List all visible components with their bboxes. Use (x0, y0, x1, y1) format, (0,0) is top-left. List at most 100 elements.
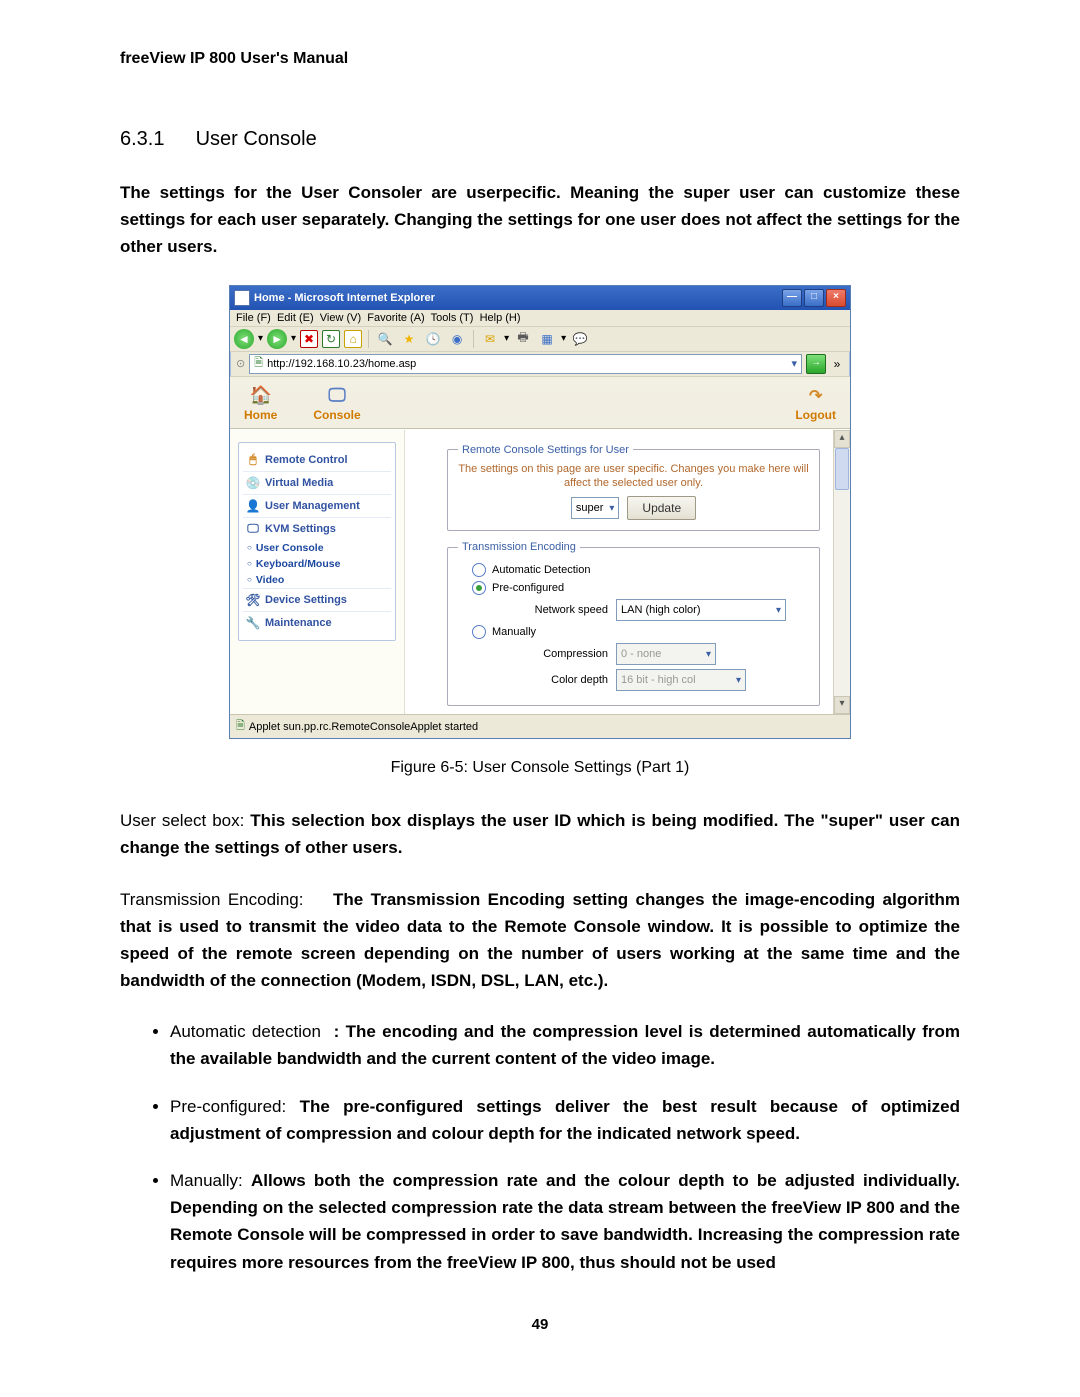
opt-automatic[interactable]: Automatic Detection (472, 563, 809, 577)
history-icon[interactable]: 🕓 (423, 329, 443, 349)
compression-label: Compression (518, 648, 608, 660)
menubar[interactable]: File (F) Edit (E) View (V) Favorite (A) … (230, 310, 850, 326)
chevron-down-icon: ▾ (776, 605, 781, 616)
vmedia-icon: 💿 (245, 475, 261, 491)
section-title: User Console (196, 128, 317, 150)
fs1-legend: Remote Console Settings for User (458, 444, 633, 456)
menu-virtual-media[interactable]: 💿Virtual Media (243, 472, 391, 495)
menu-kvm-settings[interactable]: 🖵KVM Settings (243, 518, 391, 540)
section-heading: 6.3.1 User Console (120, 128, 960, 151)
side-menu: 🖱Remote Control 💿Virtual Media 👤User Man… (238, 442, 396, 641)
status-text: Applet sun.pp.rc.RemoteConsoleApplet sta… (249, 721, 478, 733)
search-icon[interactable]: 🔍 (375, 329, 395, 349)
menu-file[interactable]: File (F) (236, 312, 271, 324)
update-button[interactable]: Update (627, 496, 696, 520)
toolbar: ◄▾ ►▾ ✖ ↻ ⌂ 🔍 ★ 🕓 ◉ ✉▾ 🖶 ▦▾ 💬 (230, 326, 850, 352)
color-depth-row: Color depth 16 bit - high col▾ (518, 669, 809, 691)
submenu-keyboard-mouse[interactable]: Keyboard/Mouse (243, 556, 391, 572)
print-icon[interactable]: 🖶 (513, 329, 533, 349)
links-chevron-icon[interactable]: » (830, 357, 844, 371)
network-speed-label: Network speed (518, 604, 608, 616)
chevron-down-icon: ▾ (706, 649, 711, 660)
logout-icon: ↷ (795, 386, 836, 406)
menu-tools[interactable]: Tools (T) (431, 312, 474, 324)
kvm-icon: 🖵 (245, 521, 261, 537)
app-body: 🏠 Home 🖵 Console ↷ Logout (230, 377, 850, 715)
screenshot-figure: Home - Microsoft Internet Explorer — □ ×… (120, 285, 960, 740)
section-number: 6.3.1 (120, 128, 190, 151)
media-icon[interactable]: ◉ (447, 329, 467, 349)
transmission-encoding-paragraph: Transmission Encoding: The Transmission … (120, 886, 960, 995)
topnav: 🏠 Home 🖵 Console (244, 385, 361, 422)
window-title: Home - Microsoft Internet Explorer (254, 292, 782, 304)
menu-device-settings[interactable]: 🛠Device Settings (243, 588, 391, 612)
page-number: 49 (120, 1316, 960, 1333)
titlebar: Home - Microsoft Internet Explorer — □ × (230, 286, 850, 310)
scroll-up-icon[interactable]: ▴ (834, 430, 850, 448)
radio-icon (472, 563, 486, 577)
discuss-icon[interactable]: 💬 (570, 329, 590, 349)
submenu-user-console[interactable]: User Console (243, 540, 391, 556)
network-speed-select[interactable]: LAN (high color)▾ (616, 599, 786, 621)
bullet-manually: Manually: Allows both the compression ra… (170, 1167, 960, 1276)
menu-maintenance[interactable]: 🔧Maintenance (243, 612, 391, 634)
submenu-video[interactable]: Video (243, 572, 391, 588)
menu-help[interactable]: Help (H) (480, 312, 521, 324)
menu-user-management[interactable]: 👤User Management (243, 495, 391, 518)
fs2-legend: Transmission Encoding (458, 541, 580, 553)
menu-remote-control[interactable]: 🖱Remote Control (243, 449, 391, 472)
mail-icon[interactable]: ✉ (480, 329, 500, 349)
doc-header: freeView IP 800 User's Manual (120, 50, 960, 68)
menu-edit[interactable]: Edit (E) (277, 312, 314, 324)
nav-console[interactable]: 🖵 Console (313, 385, 360, 422)
usermgmt-icon: 👤 (245, 498, 261, 514)
address-dropdown-icon[interactable]: ▾ (791, 357, 797, 370)
stop-icon[interactable]: ✖ (300, 330, 318, 348)
ie-window: Home - Microsoft Internet Explorer — □ ×… (229, 285, 851, 740)
user-select[interactable]: super ▾ (571, 497, 620, 519)
chevron-down-icon: ▾ (609, 503, 614, 514)
refresh-icon[interactable]: ↻ (322, 330, 340, 348)
nav-logout[interactable]: ↷ Logout (795, 386, 836, 422)
back-icon[interactable]: ◄ (234, 329, 254, 349)
address-row: ⊙ 🗎 http://192.168.10.23/home.asp ▾ → » (230, 352, 850, 377)
home-icon[interactable]: ⌂ (344, 330, 362, 348)
radio-selected-icon (472, 581, 486, 595)
nav-home[interactable]: 🏠 Home (244, 385, 277, 422)
address-label: ⊙ (236, 357, 245, 370)
home-glyph-icon: 🏠 (244, 385, 277, 406)
maximize-button[interactable]: □ (804, 289, 824, 307)
figure-caption: Figure 6-5: User Console Settings (Part … (120, 759, 960, 777)
go-button[interactable]: → (806, 354, 826, 374)
content-area: 🖱Remote Control 💿Virtual Media 👤User Man… (230, 429, 850, 715)
user-select-value: super (576, 502, 604, 514)
fs-transmission-encoding: Transmission Encoding Automatic Detectio… (447, 541, 820, 706)
scroll-thumb[interactable] (835, 448, 849, 490)
ie-icon (234, 290, 250, 306)
main-panel: Remote Console Settings for User The set… (404, 430, 850, 715)
edit-icon[interactable]: ▦ (537, 329, 557, 349)
bullet-preconfigured: Pre-configured: The pre-configured setti… (170, 1093, 960, 1147)
opt-preconfigured[interactable]: Pre-configured (472, 581, 809, 595)
console-glyph-icon: 🖵 (313, 385, 360, 406)
vertical-scrollbar[interactable]: ▴ ▾ (833, 430, 850, 715)
user-select-paragraph: User select box: This selection box disp… (120, 807, 960, 861)
app-topbar: 🏠 Home 🖵 Console ↷ Logout (230, 377, 850, 429)
status-bar: 🗎 Applet sun.pp.rc.RemoteConsoleApplet s… (230, 714, 850, 738)
chevron-down-icon: ▾ (736, 675, 741, 686)
opt-manually[interactable]: Manually (472, 625, 809, 639)
menu-view[interactable]: View (V) (320, 312, 361, 324)
address-field[interactable]: 🗎 http://192.168.10.23/home.asp ▾ (249, 354, 802, 374)
status-icon: 🗎 (236, 717, 245, 736)
bullet-list: Automatic detection : The encoding and t… (120, 1018, 960, 1276)
favorites-icon[interactable]: ★ (399, 329, 419, 349)
close-button[interactable]: × (826, 289, 846, 307)
document-page: freeView IP 800 User's Manual 6.3.1 User… (0, 0, 1080, 1393)
forward-icon[interactable]: ► (267, 329, 287, 349)
fs-remote-console-settings: Remote Console Settings for User The set… (447, 444, 820, 532)
minimize-button[interactable]: — (782, 289, 802, 307)
side-panel: 🖱Remote Control 💿Virtual Media 👤User Man… (230, 430, 404, 715)
menu-favorite[interactable]: Favorite (A) (367, 312, 424, 324)
remote-icon: 🖱 (245, 452, 261, 468)
scroll-down-icon[interactable]: ▾ (834, 696, 850, 714)
